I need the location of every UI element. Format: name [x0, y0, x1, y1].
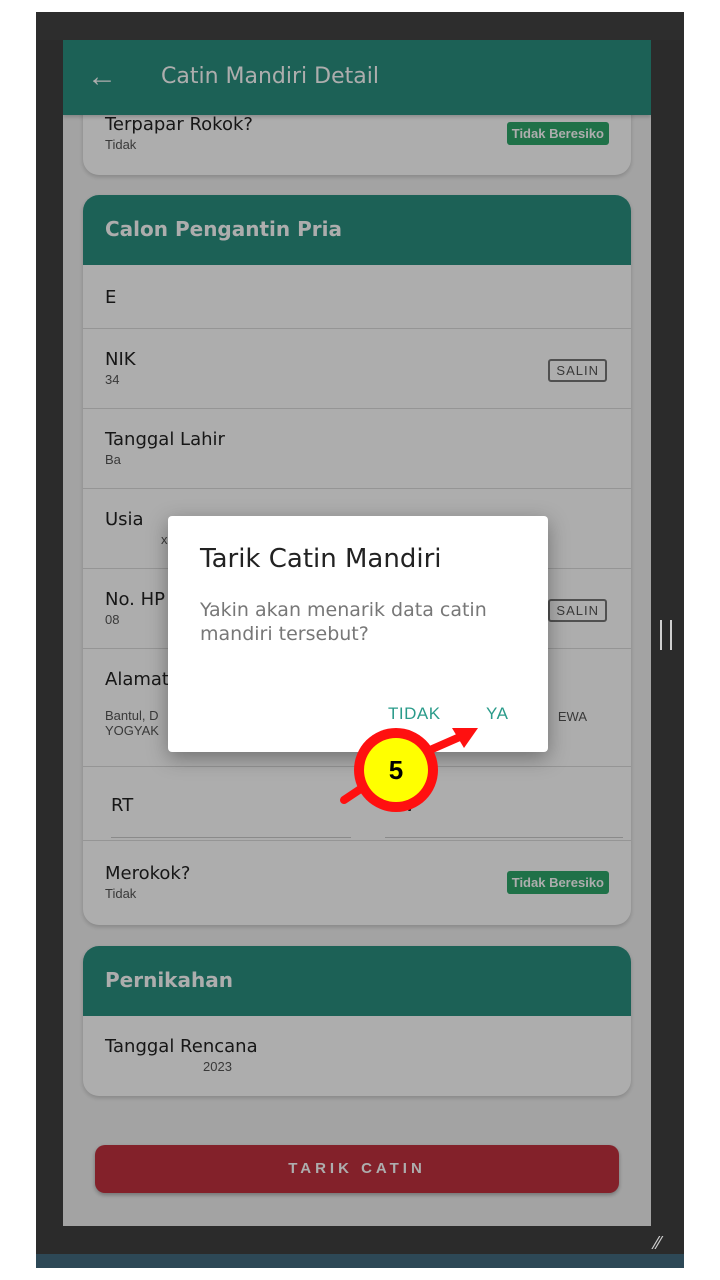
step-marker: 5	[354, 728, 438, 812]
annotation-arrow	[340, 728, 478, 804]
step-number: 5	[364, 738, 428, 802]
annotation-arrow-shaft	[426, 732, 466, 754]
